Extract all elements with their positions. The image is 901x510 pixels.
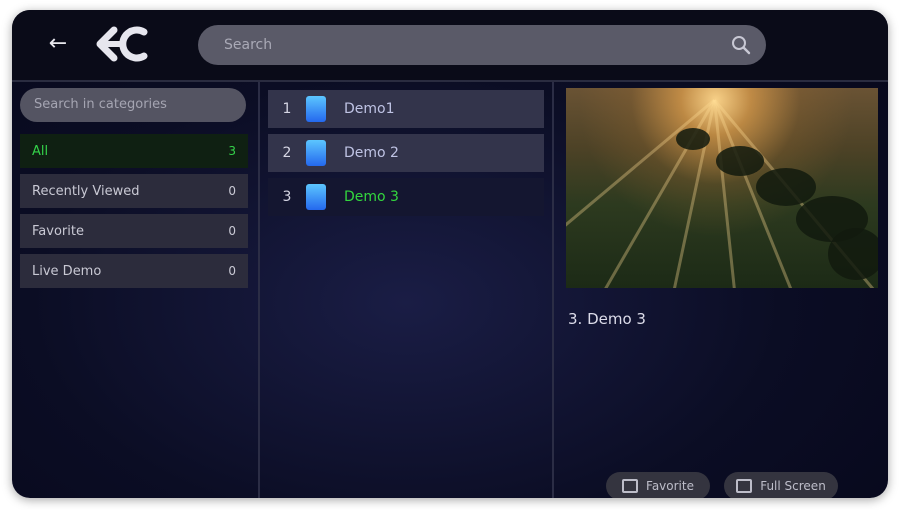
preview-image: [566, 88, 878, 288]
favorite-button-label: Favorite: [646, 479, 694, 493]
list-item-name: Demo1: [344, 101, 395, 117]
fullscreen-button-label: Full Screen: [760, 479, 826, 493]
category-label: Favorite: [32, 223, 84, 239]
list-item[interactable]: 2 Demo 2: [268, 134, 544, 172]
category-label: All: [32, 143, 49, 159]
sun-ray: [566, 98, 716, 269]
top-bar: ← Search: [12, 10, 888, 80]
search-input[interactable]: Search: [198, 25, 766, 65]
list-item-name: Demo 3: [344, 189, 399, 205]
search-placeholder: Search: [224, 37, 273, 53]
search-icon[interactable]: [730, 34, 752, 56]
category-count: 0: [228, 224, 236, 238]
category-search-input[interactable]: Search in categories: [20, 88, 246, 122]
list-item-number: 1: [282, 101, 292, 117]
category-count: 3: [228, 144, 236, 158]
list-divider: [552, 82, 554, 498]
tree-canopy: [756, 168, 816, 206]
list-item[interactable]: 1 Demo1: [268, 90, 544, 128]
list-item-number: 2: [282, 145, 292, 161]
sidebar-divider: [258, 82, 260, 498]
tree-canopy: [676, 128, 710, 150]
favorite-button[interactable]: Favorite: [606, 472, 710, 498]
file-icon: [306, 184, 326, 210]
category-live-demo[interactable]: Live Demo 0: [20, 254, 248, 288]
app-window: ← Search Search in categories All 3 Rece…: [12, 10, 888, 498]
category-sidebar: Search in categories All 3 Recently View…: [20, 88, 248, 288]
fullscreen-icon: [736, 479, 753, 493]
category-count: 0: [228, 184, 236, 198]
file-icon: [306, 140, 326, 166]
file-icon: [306, 96, 326, 122]
list-item-selected[interactable]: 3 Demo 3: [268, 178, 544, 216]
fullscreen-button[interactable]: Full Screen: [724, 472, 838, 498]
star-icon: [622, 479, 639, 493]
category-recently-viewed[interactable]: Recently Viewed 0: [20, 174, 248, 208]
back-arrow-icon[interactable]: ←: [46, 32, 70, 56]
list-item-name: Demo 2: [344, 145, 399, 161]
header-divider: [12, 80, 888, 82]
category-count: 0: [228, 264, 236, 278]
category-all[interactable]: All 3: [20, 134, 248, 168]
app-logo-icon: [96, 26, 148, 62]
category-label: Live Demo: [32, 263, 102, 279]
demo-list: 1 Demo1 2 Demo 2 3 Demo 3: [268, 90, 544, 222]
tree-canopy: [716, 146, 764, 176]
preview-title: 3. Demo 3: [568, 310, 646, 328]
tree-canopy: [828, 228, 878, 280]
category-label: Recently Viewed: [32, 183, 140, 199]
category-favorite[interactable]: Favorite 0: [20, 214, 248, 248]
list-item-number: 3: [282, 189, 292, 205]
